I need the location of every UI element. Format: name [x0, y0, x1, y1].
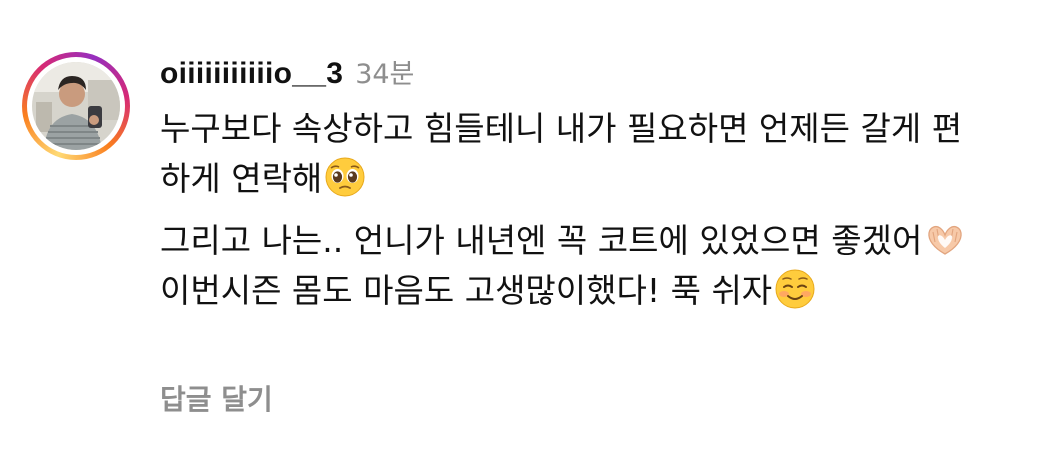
avatar-frame	[27, 57, 125, 155]
smiling-face-emoji-icon	[775, 269, 815, 309]
story-ring[interactable]	[22, 52, 130, 160]
avatar[interactable]	[32, 62, 120, 150]
comment-meta: oiiiiiiiiiiio__3 34분	[160, 52, 1022, 92]
comment-paragraph-2-part-2: 이번시즌 몸도 마음도 고생많이했다! 푹 쉬자	[160, 271, 773, 310]
comment-paragraph-1: 누구보다 속상하고 힘들테니 내가 필요하면 언제든 갈게 편하게 연락해	[160, 104, 990, 204]
reply-button[interactable]: 답글 달기	[160, 378, 273, 418]
comment-paragraph-2: 그리고 나는.. 언니가 내년엔 꼭 코트에 있었으면 좋겠어 이번시즌 몸도 …	[160, 216, 990, 316]
username[interactable]: oiiiiiiiiiiio__3	[160, 57, 343, 91]
pleading-face-emoji-icon	[325, 157, 365, 197]
comment: oiiiiiiiiiiio__3 34분 누구보다 속상하고 힘들테니 내가 필…	[22, 52, 1022, 328]
comment-paragraph-2-part-1: 그리고 나는.. 언니가 내년엔 꼭 코트에 있었으면 좋겠어	[160, 221, 923, 260]
comment-paragraph-1-text: 누구보다 속상하고 힘들테니 내가 필요하면 언제든 갈게 편하게 연락해	[160, 109, 963, 198]
comment-text: 누구보다 속상하고 힘들테니 내가 필요하면 언제든 갈게 편하게 연락해 그리…	[160, 104, 990, 316]
comment-body: oiiiiiiiiiiio__3 34분 누구보다 속상하고 힘들테니 내가 필…	[160, 52, 1022, 328]
heart-hands-emoji-icon	[928, 226, 963, 255]
timestamp: 34분	[355, 59, 415, 90]
